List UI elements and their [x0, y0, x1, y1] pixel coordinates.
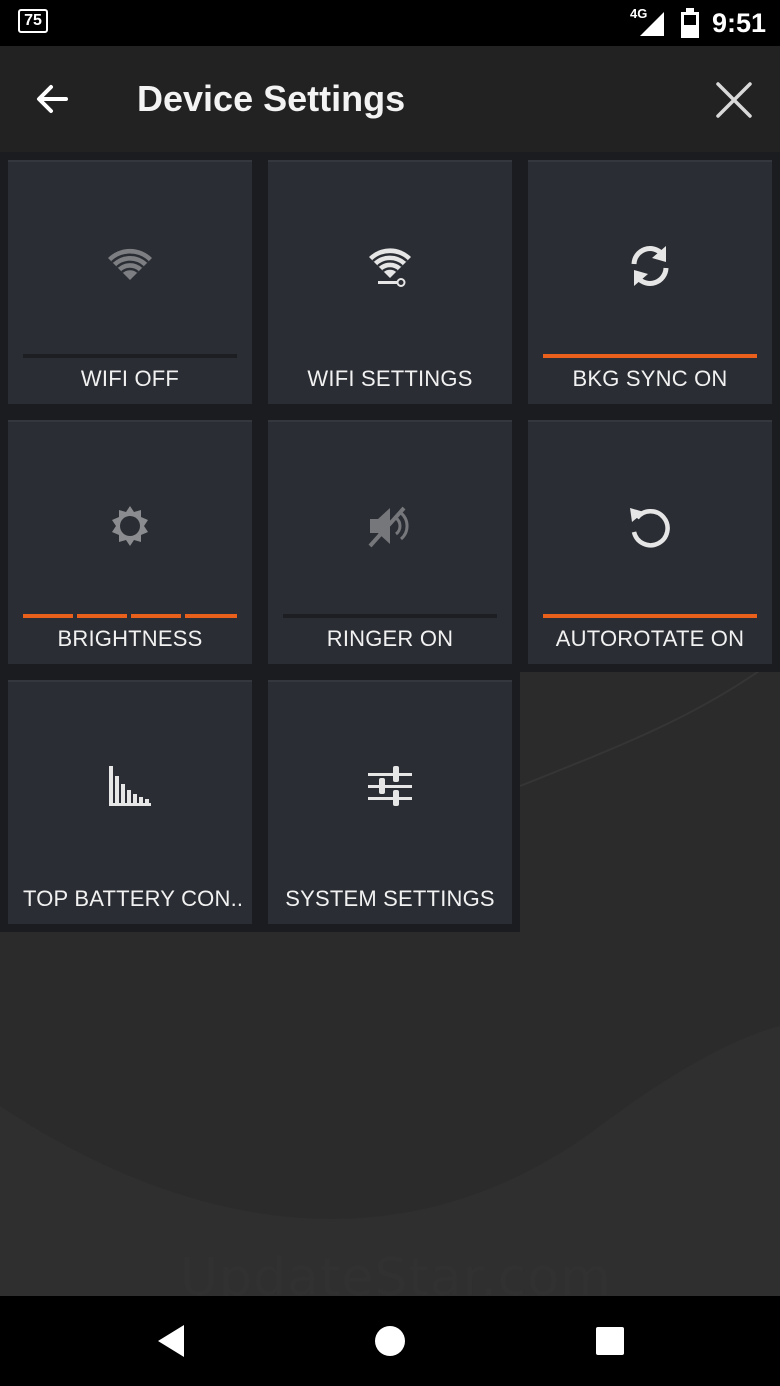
- tile-label: BRIGHTNESS: [57, 626, 203, 651]
- tile-top-battery[interactable]: TOP BATTERY CON..: [8, 680, 252, 924]
- back-triangle-icon[interactable]: [152, 1321, 192, 1361]
- clock: 9:51: [712, 8, 767, 38]
- tile-label: WIFI OFF: [80, 366, 180, 391]
- state-bar: [23, 354, 237, 358]
- tile-autorotate[interactable]: AUTOROTATE ON: [528, 420, 772, 664]
- level-segment: [23, 614, 73, 618]
- level-segment: [185, 614, 237, 618]
- wifi-settings-icon: [369, 248, 411, 287]
- tile-wifi-settings[interactable]: WIFI SETTINGS: [268, 160, 512, 404]
- tile-brightness[interactable]: BRIGHTNESS: [8, 420, 252, 664]
- app-bar: Device Settings: [0, 46, 780, 152]
- close-icon[interactable]: [710, 76, 758, 124]
- page-title: Device Settings: [137, 78, 406, 119]
- tile-bkg-sync[interactable]: BKG SYNC ON: [528, 160, 772, 404]
- signal-icon: [640, 12, 664, 36]
- tile-label: SYSTEM SETTINGS: [285, 886, 495, 911]
- home-circle-icon[interactable]: [370, 1321, 410, 1361]
- tile-label: BKG SYNC ON: [572, 366, 728, 391]
- level-segment: [131, 614, 181, 618]
- brightness-icon: [112, 506, 148, 546]
- tile-label: AUTOROTATE ON: [555, 626, 745, 651]
- status-bar: 75 4G 9:51: [0, 0, 780, 46]
- tile-ringer[interactable]: RINGER ON: [268, 420, 512, 664]
- recents-square-icon[interactable]: [590, 1321, 630, 1361]
- notification-badge: 75: [18, 9, 48, 33]
- battery-chart-icon: [109, 766, 151, 806]
- wifi-icon: [108, 248, 152, 280]
- tile-label: TOP BATTERY CON..: [23, 886, 244, 911]
- sync-icon: [631, 246, 669, 286]
- sliders-icon: [368, 766, 412, 806]
- rotate-icon: [630, 508, 670, 548]
- tile-system-settings[interactable]: SYSTEM SETTINGS: [268, 680, 512, 924]
- state-bar: [283, 614, 497, 618]
- tile-label: RINGER ON: [326, 626, 454, 651]
- state-bar: [543, 354, 757, 358]
- battery-icon: [681, 8, 699, 38]
- level-segment: [77, 614, 127, 618]
- tile-label: WIFI SETTINGS: [307, 366, 473, 391]
- state-bar: [543, 614, 757, 618]
- tile-wifi-off[interactable]: WIFI OFF: [8, 160, 252, 404]
- arrow-left-icon[interactable]: [30, 76, 76, 122]
- nav-bar: [0, 1296, 780, 1386]
- ringer-muted-icon: [368, 506, 409, 548]
